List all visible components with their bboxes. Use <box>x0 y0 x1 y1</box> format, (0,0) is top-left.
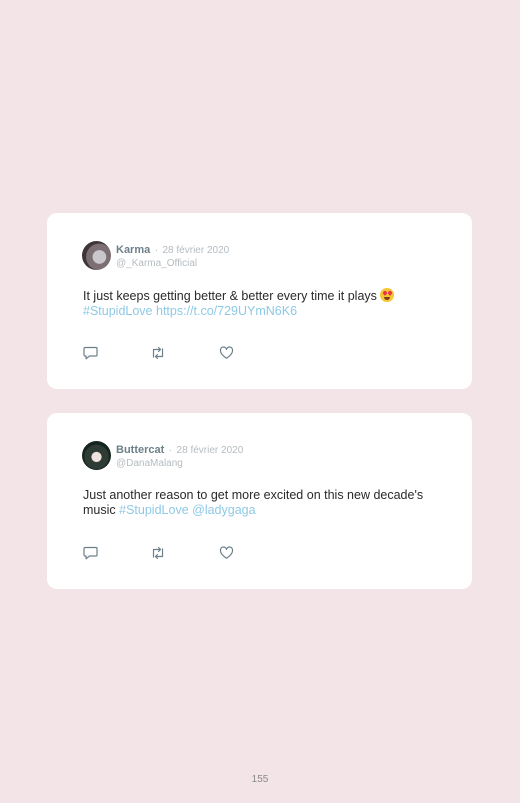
retweet-icon[interactable] <box>150 346 166 360</box>
avatar[interactable] <box>82 241 111 270</box>
tweet-date[interactable]: 28 février 2020 <box>163 245 230 256</box>
tweet-card[interactable]: Karma · 28 février 2020 @_Karma_Official… <box>47 213 472 389</box>
reply-icon[interactable] <box>83 546 99 560</box>
avatar[interactable] <box>82 441 111 470</box>
separator: · <box>168 445 173 456</box>
separator: · <box>154 245 159 256</box>
tweet-header: Buttercat · 28 février 2020 @DanaMalang <box>116 442 243 470</box>
reply-icon[interactable] <box>83 346 99 360</box>
like-icon[interactable] <box>219 546 235 560</box>
heart-eyes-emoji-icon <box>380 288 395 302</box>
tweet-date[interactable]: 28 février 2020 <box>177 445 244 456</box>
tweet-text: It just keeps getting better & better ev… <box>83 288 443 319</box>
author-handle[interactable]: @_Karma_Official <box>116 257 229 270</box>
hashtag-link[interactable]: #StupidLove <box>83 304 153 318</box>
author-handle[interactable]: @DanaMalang <box>116 457 243 470</box>
hashtag-link[interactable]: #StupidLove <box>119 503 189 517</box>
page-number: 155 <box>251 774 269 785</box>
author-name[interactable]: Karma <box>116 244 150 256</box>
tweet-card[interactable]: Buttercat · 28 février 2020 @DanaMalang … <box>47 413 472 589</box>
like-icon[interactable] <box>219 346 235 360</box>
tweet-text: Just another reason to get more excited … <box>83 488 443 518</box>
mention-link[interactable]: @ladygaga <box>192 503 255 517</box>
url-link[interactable]: https://t.co/729UYmN6K6 <box>156 304 297 318</box>
tweet-header: Karma · 28 février 2020 @_Karma_Official <box>116 242 229 270</box>
retweet-icon[interactable] <box>150 546 166 560</box>
author-name[interactable]: Buttercat <box>116 444 164 456</box>
tweet-body: It just keeps getting better & better ev… <box>83 289 377 303</box>
